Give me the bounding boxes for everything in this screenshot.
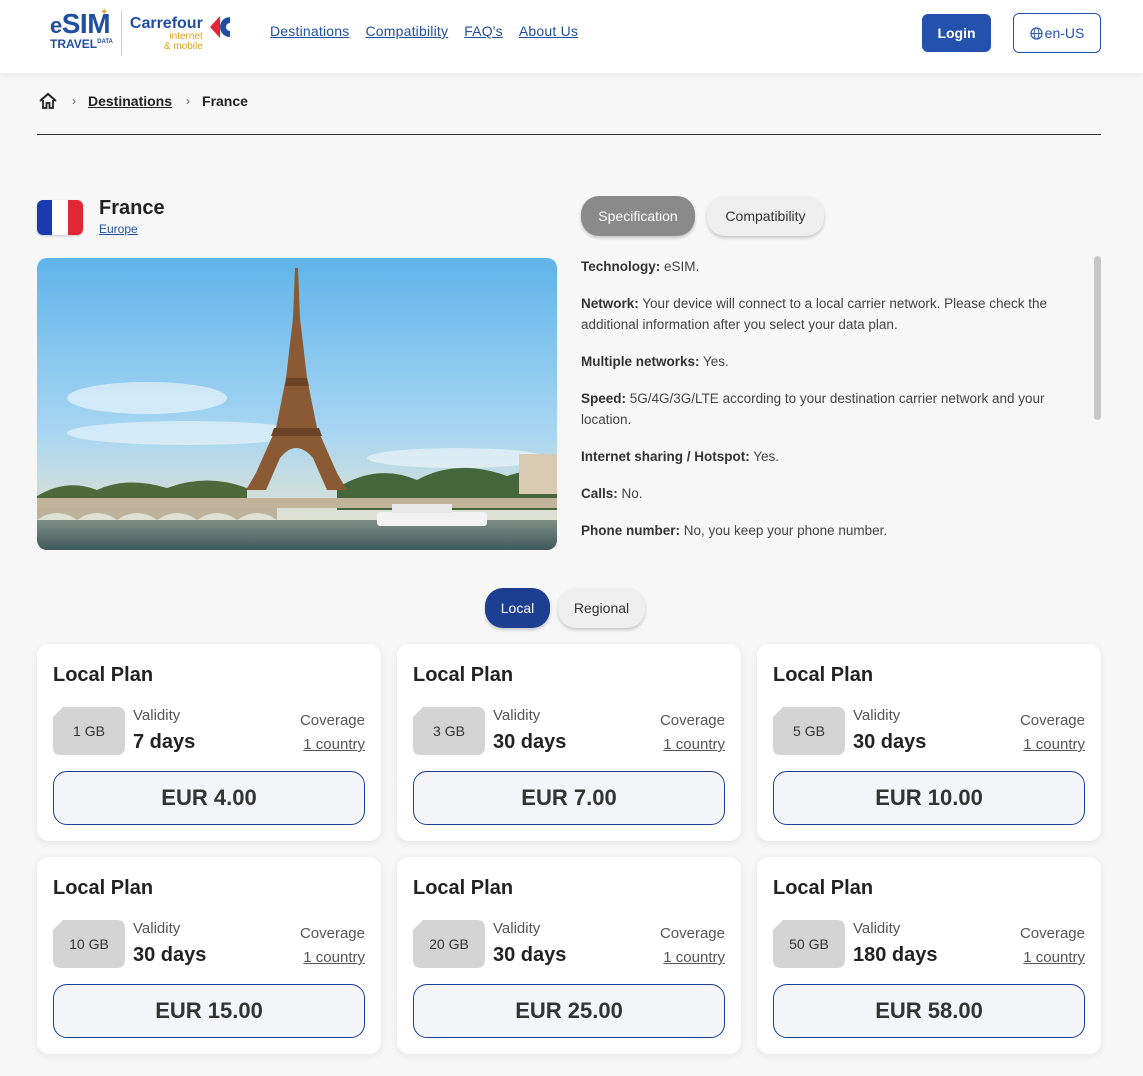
plan-title: Local Plan [413,877,514,899]
validity-value: 30 days [493,731,567,753]
spec-network: Network: Your device will connect to a l… [581,296,1047,332]
price-button[interactable]: EUR 7.00 [413,771,725,825]
coverage-link[interactable]: 1 country [1023,736,1085,753]
plan-data-amount: 1 GB [73,723,105,739]
login-button[interactable]: Login [922,14,991,52]
plan-title: Local Plan [53,877,154,899]
carrefour-mark-icon [209,16,230,38]
coverage-label: Coverage [659,925,725,942]
validity-label: Validity [493,920,541,937]
validity-label: Validity [493,707,541,724]
plan-card[interactable]: Local Plan 20 GB Validity 30 days Coverage 1 … [397,857,741,1054]
carrefour-logo: Carrefour internet & mobile [130,10,230,52]
spec-phone-number: Phone number: No, you keep your phone nu… [581,523,888,538]
chevron-right-icon: › [186,94,191,108]
spec-multiple-networks: Multiple networks: Yes. [581,354,729,369]
price-button[interactable]: EUR 15.00 [53,984,365,1038]
nav-compatibility[interactable]: Compatibility [365,23,448,39]
plan-title: Local Plan [773,664,874,686]
country-name: France [99,197,165,219]
logo[interactable]: eSIM TRAVELDATA ✦ Carrefour internet & m… [50,7,230,58]
validity-value: 30 days [493,944,567,966]
spec-hotspot: Internet sharing / Hotspot: Yes. [581,449,780,464]
tab-regional[interactable]: Regional [558,588,645,628]
tab-specification[interactable]: Specification [581,196,695,236]
coverage-link[interactable]: 1 country [1023,949,1085,966]
language-button[interactable]: en-US [1013,13,1101,53]
price-button[interactable]: EUR 4.00 [53,771,365,825]
validity-value: 30 days [853,731,927,753]
star-icon: ✦ [100,7,109,18]
plan-card[interactable]: Local Plan 5 GB Validity 30 days Coverage 1 c… [757,644,1101,841]
region-link[interactable]: Europe [99,222,138,236]
plan-data-amount: 50 GB [789,936,829,952]
plan-data-amount: 20 GB [429,936,469,952]
plan-card[interactable]: Local Plan 3 GB Validity 30 days Coverage 1 c… [397,644,741,841]
nav-about-us[interactable]: About Us [519,23,578,39]
coverage-label: Coverage [1019,712,1085,729]
plan-data-amount: 3 GB [433,723,465,739]
price-button[interactable]: EUR 10.00 [773,771,1085,825]
plan-card[interactable]: Local Plan 50 GB Validity 180 days Coverage 1… [757,857,1101,1054]
chevron-right-icon: › [72,94,76,108]
validity-value: 180 days [853,944,938,966]
divider [37,134,1101,135]
coverage-link[interactable]: 1 country [303,736,365,753]
coverage-link[interactable]: 1 country [663,949,725,966]
validity-label: Validity [853,920,901,937]
spec-technology: Technology: eSIM. [581,259,700,274]
validity-label: Validity [133,707,181,724]
price-button[interactable]: EUR 25.00 [413,984,725,1038]
plan-card[interactable]: Local Plan 1 GB Validity 7 days Coverage 1 co… [37,644,381,841]
validity-label: Validity [133,920,181,937]
language-label: en-US [1044,25,1085,41]
validity-value: 7 days [133,731,196,753]
globe-icon [1030,26,1043,40]
specification-panel: Technology: eSIM. Network: Your device w… [581,256,1081,557]
plan-data-amount: 10 GB [69,936,109,952]
nav-destinations[interactable]: Destinations [270,23,349,39]
coverage-label: Coverage [659,712,725,729]
site-header: eSIM TRAVELDATA ✦ Carrefour internet & m… [0,0,1143,73]
plan-title: Local Plan [413,664,514,686]
tab-compatibility[interactable]: Compatibility [707,196,824,236]
hero-image [37,258,557,550]
breadcrumb-current: France [202,93,248,109]
main-nav: Destinations Compatibility FAQ's About U… [270,23,578,39]
breadcrumb-destinations[interactable]: Destinations [88,93,172,109]
home-icon[interactable] [38,92,58,110]
plan-data-amount: 5 GB [793,723,825,739]
coverage-label: Coverage [1019,925,1085,942]
logo-divider [120,10,122,56]
france-flag [37,200,83,235]
spec-calls: Calls: No. [581,486,643,501]
plan-card[interactable]: Local Plan 10 GB Validity 30 days Coverage 1 … [37,857,381,1054]
breadcrumb: › Destinations › France [38,92,248,110]
coverage-label: Coverage [299,925,365,942]
validity-label: Validity [853,707,901,724]
coverage-label: Coverage [299,712,365,729]
plan-title: Local Plan [773,877,874,899]
plan-title: Local Plan [53,664,154,686]
spec-scrollbar[interactable] [1094,256,1101,420]
validity-value: 30 days [133,944,207,966]
coverage-link[interactable]: 1 country [303,949,365,966]
tab-local[interactable]: Local [485,588,550,628]
price-button[interactable]: EUR 58.00 [773,984,1085,1038]
nav-faqs[interactable]: FAQ's [464,23,503,39]
spec-speed: Speed: 5G/4G/3G/LTE according to your de… [581,391,1045,427]
coverage-link[interactable]: 1 country [663,736,725,753]
